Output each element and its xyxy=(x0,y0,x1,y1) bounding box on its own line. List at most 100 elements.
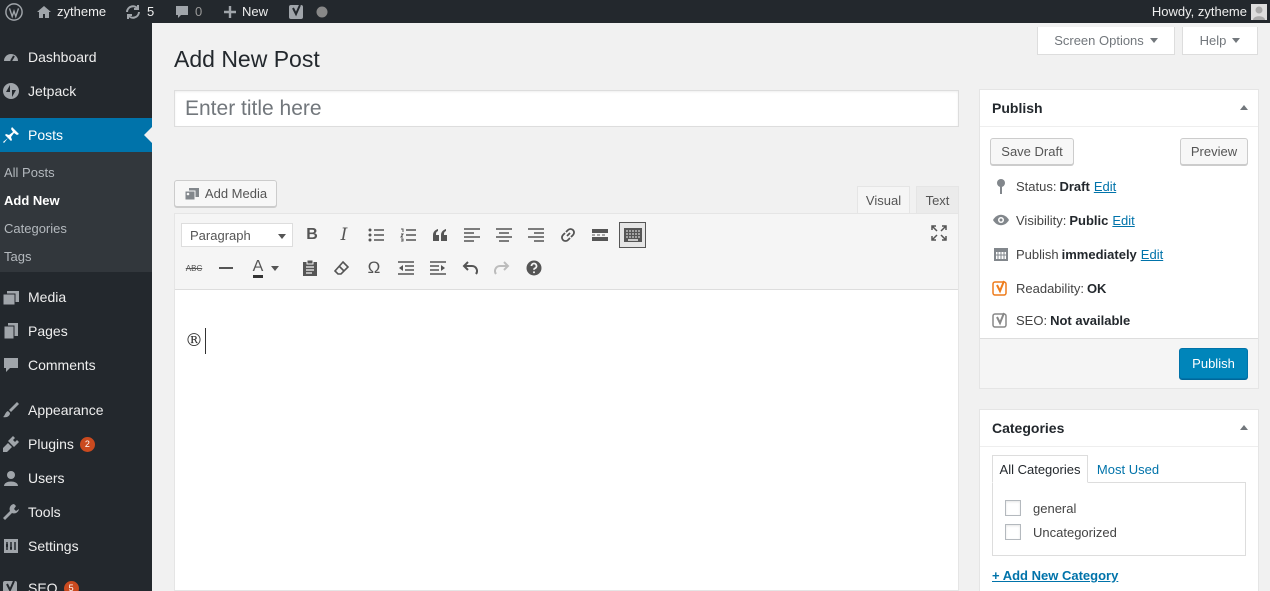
align-right-button[interactable] xyxy=(524,223,548,247)
sidebar-item-settings[interactable]: Settings xyxy=(0,529,152,563)
sidebar-item-plugins[interactable]: Plugins 2 xyxy=(0,427,152,461)
indent-icon xyxy=(430,261,446,275)
horizontal-line-button[interactable] xyxy=(214,256,238,280)
sidebar-item-label: Appearance xyxy=(28,402,104,418)
strikethrough-button[interactable]: ABC xyxy=(182,256,206,280)
avatar xyxy=(1251,3,1267,20)
schedule-row: Publish immediately Edit xyxy=(992,245,1163,263)
submenu-categories[interactable]: Categories xyxy=(4,221,67,236)
toolbar-toggle-button[interactable] xyxy=(619,222,646,248)
sidebar-item-jetpack[interactable]: Jetpack xyxy=(0,74,152,108)
add-media-icon xyxy=(184,186,200,202)
yoast-menu[interactable] xyxy=(288,0,328,23)
category-checkbox[interactable] xyxy=(1005,524,1021,540)
submenu-all-posts[interactable]: All Posts xyxy=(4,165,55,180)
category-item-general[interactable]: general xyxy=(1005,500,1076,516)
site-name-link[interactable]: zytheme xyxy=(36,0,106,23)
paste-as-text-button[interactable] xyxy=(298,256,322,280)
tab-all-categories[interactable]: All Categories xyxy=(992,455,1088,483)
help-icon xyxy=(526,260,542,276)
keyboard-shortcuts-button[interactable] xyxy=(522,256,546,280)
sidebar-item-users[interactable]: Users xyxy=(0,461,152,495)
status-label: Status: xyxy=(1016,178,1057,194)
editor-content[interactable]: ® xyxy=(185,328,206,354)
italic-icon: I xyxy=(340,225,348,245)
screen-options-button[interactable]: Screen Options xyxy=(1037,27,1175,55)
screen-options-label: Screen Options xyxy=(1054,33,1144,48)
submenu-tags[interactable]: Tags xyxy=(4,249,31,264)
bulleted-list-button[interactable] xyxy=(364,223,388,247)
redo-button[interactable] xyxy=(490,256,514,280)
sidebar-item-label: Media xyxy=(28,289,67,305)
fullscreen-button[interactable] xyxy=(927,221,951,245)
calendar-icon xyxy=(992,245,1010,263)
insert-link-button[interactable] xyxy=(556,223,580,247)
tab-text[interactable]: Text xyxy=(916,186,959,214)
sidebar-item-comments[interactable]: Comments xyxy=(0,348,152,382)
category-checkbox[interactable] xyxy=(1005,500,1021,516)
eraser-icon xyxy=(334,260,350,276)
visibility-label: Visibility: xyxy=(1016,212,1067,228)
edit-schedule-link[interactable]: Edit xyxy=(1141,247,1163,262)
save-draft-button[interactable]: Save Draft xyxy=(990,138,1074,165)
align-center-button[interactable] xyxy=(492,223,516,247)
preview-button[interactable]: Preview xyxy=(1180,138,1248,165)
strikethrough-icon: ABC xyxy=(185,263,203,273)
sidebar-item-appearance[interactable]: Appearance xyxy=(0,393,152,427)
publish-label: Publish xyxy=(1016,246,1059,262)
format-select[interactable]: Paragraph xyxy=(181,223,293,247)
sidebar-item-pages[interactable]: Pages xyxy=(0,314,152,348)
decrease-indent-button[interactable] xyxy=(394,256,418,280)
sidebar-item-label: Tools xyxy=(28,504,61,520)
publish-box-header[interactable]: Publish xyxy=(980,90,1258,127)
my-account-link[interactable]: Howdy, zytheme xyxy=(1152,0,1267,23)
sidebar-item-posts[interactable]: Posts xyxy=(0,118,152,152)
tab-all-categories-label: All Categories xyxy=(999,461,1081,477)
sidebar-item-dashboard[interactable]: Dashboard xyxy=(0,40,152,74)
tab-most-used-label: Most Used xyxy=(1096,461,1160,477)
comment-icon xyxy=(174,4,190,20)
dashboard-icon xyxy=(2,48,20,66)
sidebar-item-seo[interactable]: SEO 5 xyxy=(0,571,152,591)
sidebar-item-label: Comments xyxy=(28,357,96,373)
read-more-button[interactable] xyxy=(588,223,612,247)
edit-visibility-link[interactable]: Edit xyxy=(1112,213,1134,228)
new-content-link[interactable]: New xyxy=(223,0,268,23)
clear-formatting-button[interactable] xyxy=(330,256,354,280)
text-color-button[interactable]: A xyxy=(246,256,286,280)
special-character-button[interactable]: Ω xyxy=(362,256,386,280)
help-button[interactable]: Help xyxy=(1182,27,1258,55)
category-item-uncategorized[interactable]: Uncategorized xyxy=(1005,524,1117,540)
sidebar-item-media[interactable]: Media xyxy=(0,280,152,314)
publish-button[interactable]: Publish xyxy=(1179,348,1248,379)
chevron-down-icon xyxy=(278,234,286,239)
add-new-category-link[interactable]: + Add New Category xyxy=(992,568,1118,583)
italic-button[interactable]: I xyxy=(332,223,356,247)
collapse-arrow-icon xyxy=(1240,105,1248,110)
add-media-button[interactable]: Add Media xyxy=(174,180,277,207)
submenu-add-new[interactable]: Add New xyxy=(4,193,60,208)
admin-sidebar: Dashboard Jetpack Posts All Posts Add Ne… xyxy=(0,23,152,591)
post-editor: Paragraph B I ABC A Ω ® xyxy=(174,213,959,591)
fullscreen-icon xyxy=(931,225,947,241)
categories-box-header[interactable]: Categories xyxy=(980,410,1258,447)
visibility-row: Visibility: Public Edit xyxy=(992,211,1135,229)
collapse-arrow-icon xyxy=(1240,425,1248,430)
align-right-icon xyxy=(528,228,544,242)
undo-button[interactable] xyxy=(458,256,482,280)
numbered-list-icon xyxy=(400,228,416,242)
comments-link[interactable]: 0 xyxy=(174,0,202,23)
updates-link[interactable]: 5 xyxy=(124,0,154,23)
blockquote-button[interactable] xyxy=(428,223,452,247)
align-left-button[interactable] xyxy=(460,223,484,247)
tab-most-used[interactable]: Most Used xyxy=(1092,455,1164,483)
tab-visual[interactable]: Visual xyxy=(857,186,910,214)
sidebar-item-tools[interactable]: Tools xyxy=(0,495,152,529)
numbered-list-button[interactable] xyxy=(396,223,420,247)
increase-indent-button[interactable] xyxy=(426,256,450,280)
bold-button[interactable]: B xyxy=(300,223,324,247)
post-title-input[interactable] xyxy=(174,90,959,127)
wordpress-logo-button[interactable] xyxy=(5,0,23,23)
edit-status-link[interactable]: Edit xyxy=(1094,179,1116,194)
sidebar-item-label: Plugins xyxy=(28,436,74,452)
